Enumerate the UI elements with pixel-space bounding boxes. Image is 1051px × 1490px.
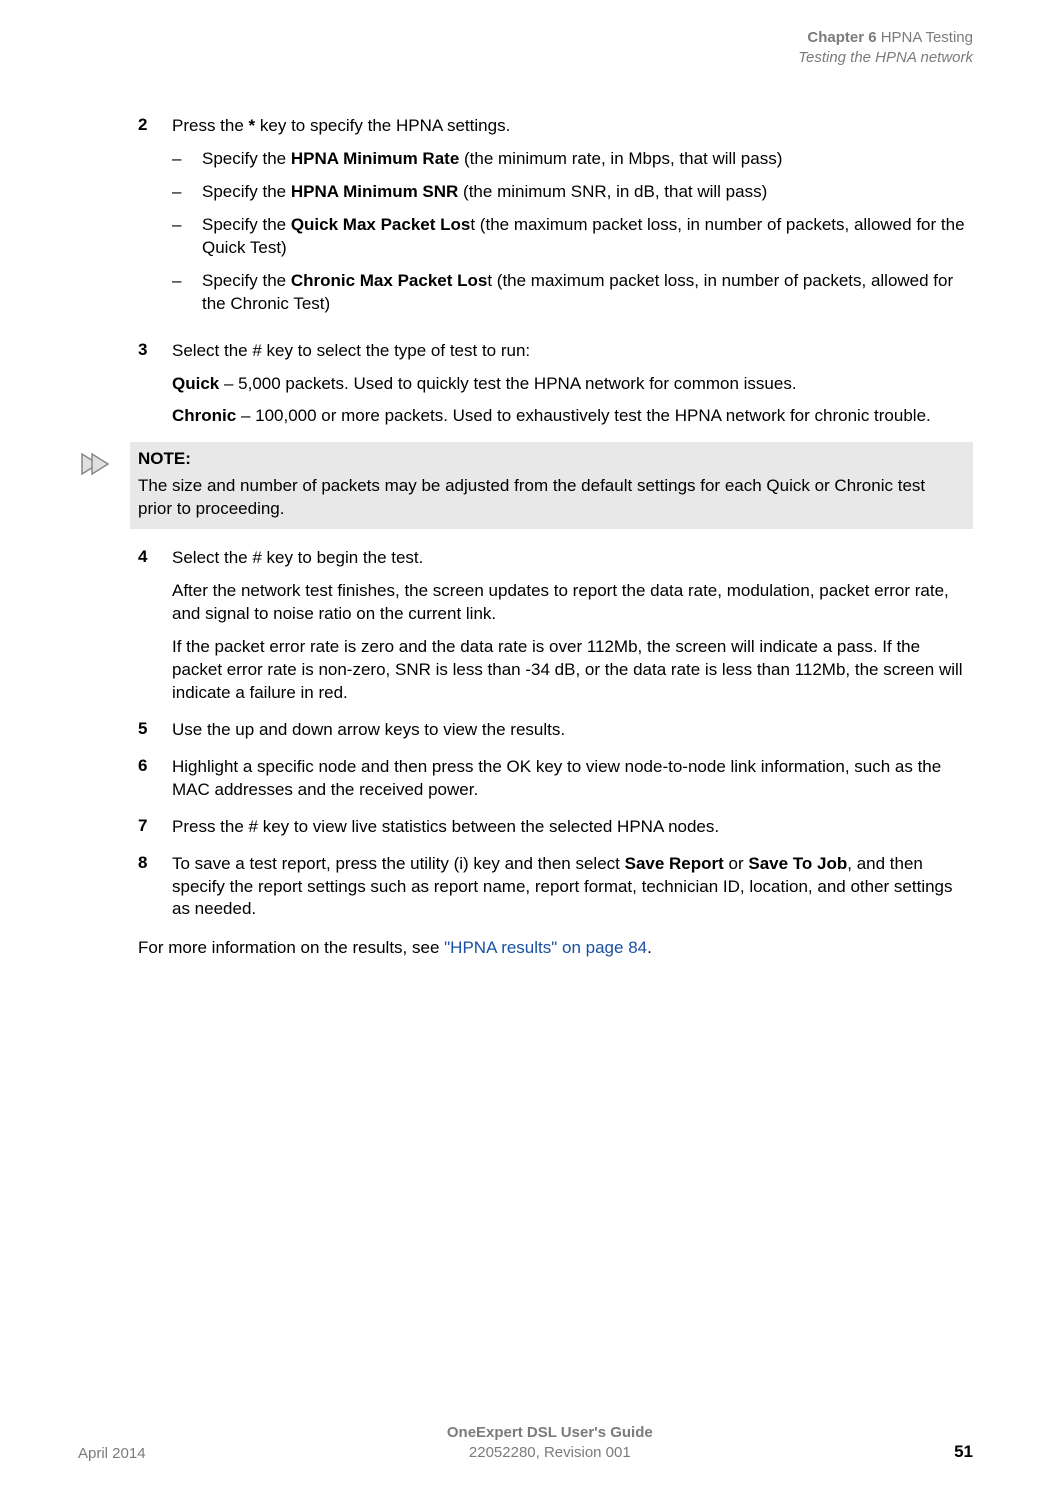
dash: – <box>172 148 202 171</box>
step-body: Select the # key to select the type of t… <box>172 340 973 429</box>
chapter-prefix: Chapter 6 <box>807 29 876 46</box>
step-text: Highlight a specific node and then press… <box>172 756 973 802</box>
sublist-item: – Specify the HPNA Minimum Rate (the min… <box>172 148 973 171</box>
sublist-item: – Specify the Quick Max Packet Lost (the… <box>172 214 973 260</box>
page-footer: April 2014 OneExpert DSL User's Guide 22… <box>78 1423 973 1462</box>
step-body: Press the # key to view live statistics … <box>172 816 973 839</box>
step-sublist: – Specify the HPNA Minimum Rate (the min… <box>172 148 973 316</box>
step-chronic: Chronic – 100,000 or more packets. Used … <box>172 405 973 428</box>
footer-center: OneExpert DSL User's Guide 22052280, Rev… <box>447 1423 653 1462</box>
page-number: 51 <box>954 1442 973 1462</box>
note-box: NOTE: The size and number of packets may… <box>130 442 973 529</box>
header-section: Testing the HPNA network <box>78 48 973 68</box>
step-number: 4 <box>138 547 172 705</box>
step-intro: Select the # key to select the type of t… <box>172 340 973 363</box>
dash: – <box>172 270 202 316</box>
step-intro: Press the * key to specify the HPNA sett… <box>172 115 973 138</box>
note-body: The size and number of packets may be ad… <box>138 475 963 521</box>
step-number: 5 <box>138 719 172 742</box>
sublist-item: – Specify the HPNA Minimum SNR (the mini… <box>172 181 973 204</box>
closing-paragraph: For more information on the results, see… <box>138 937 973 960</box>
header-chapter-line: Chapter 6 HPNA Testing <box>78 28 973 48</box>
step-number: 2 <box>138 115 172 326</box>
chapter-title: HPNA Testing <box>881 29 973 46</box>
sublist-item: – Specify the Chronic Max Packet Lost (t… <box>172 270 973 316</box>
cross-reference-link[interactable]: "HPNA results" on page 84 <box>444 938 647 957</box>
sublist-text: Specify the Chronic Max Packet Lost (the… <box>202 270 973 316</box>
step-body: Use the up and down arrow keys to view t… <box>172 719 973 742</box>
step-body: To save a test report, press the utility… <box>172 853 973 922</box>
step-text: Press the # key to view live statistics … <box>172 816 973 839</box>
sublist-text: Specify the Quick Max Packet Lost (the m… <box>202 214 973 260</box>
step-number: 3 <box>138 340 172 429</box>
step-text: Use the up and down arrow keys to view t… <box>172 719 973 742</box>
step-number: 7 <box>138 816 172 839</box>
step-body: Press the * key to specify the HPNA sett… <box>172 115 973 326</box>
step-text: To save a test report, press the utility… <box>172 853 973 922</box>
step-2: 2 Press the * key to specify the HPNA se… <box>138 115 973 326</box>
sublist-text: Specify the HPNA Minimum SNR (the minimu… <box>202 181 973 204</box>
step-body: Select the # key to begin the test. Afte… <box>172 547 973 705</box>
step-4: 4 Select the # key to begin the test. Af… <box>138 547 973 705</box>
step-6: 6 Highlight a specific node and then pre… <box>138 756 973 802</box>
step-3: 3 Select the # key to select the type of… <box>138 340 973 429</box>
step-quick: Quick – 5,000 packets. Used to quickly t… <box>172 373 973 396</box>
dash: – <box>172 181 202 204</box>
footer-guide-title: OneExpert DSL User's Guide <box>447 1423 653 1443</box>
note-block: NOTE: The size and number of packets may… <box>78 442 973 529</box>
step-7: 7 Press the # key to view live statistic… <box>138 816 973 839</box>
step-5: 5 Use the up and down arrow keys to view… <box>138 719 973 742</box>
dash: – <box>172 214 202 260</box>
content-body: 2 Press the * key to specify the HPNA se… <box>78 115 973 960</box>
note-title: NOTE: <box>138 448 963 471</box>
closing-text: For more information on the results, see <box>138 938 444 957</box>
page-header: Chapter 6 HPNA Testing Testing the HPNA … <box>78 28 973 67</box>
step-text: After the network test finishes, the scr… <box>172 580 973 626</box>
step-number: 8 <box>138 853 172 922</box>
step-8: 8 To save a test report, press the utili… <box>138 853 973 922</box>
footer-doc-id: 22052280, Revision 001 <box>447 1443 653 1463</box>
footer-date: April 2014 <box>78 1445 146 1462</box>
closing-text: . <box>647 938 652 957</box>
sublist-text: Specify the HPNA Minimum Rate (the minim… <box>202 148 973 171</box>
step-text: If the packet error rate is zero and the… <box>172 636 973 705</box>
step-body: Highlight a specific node and then press… <box>172 756 973 802</box>
step-number: 6 <box>138 756 172 802</box>
note-arrow-icon <box>78 442 120 483</box>
step-text: Select the # key to begin the test. <box>172 547 973 570</box>
